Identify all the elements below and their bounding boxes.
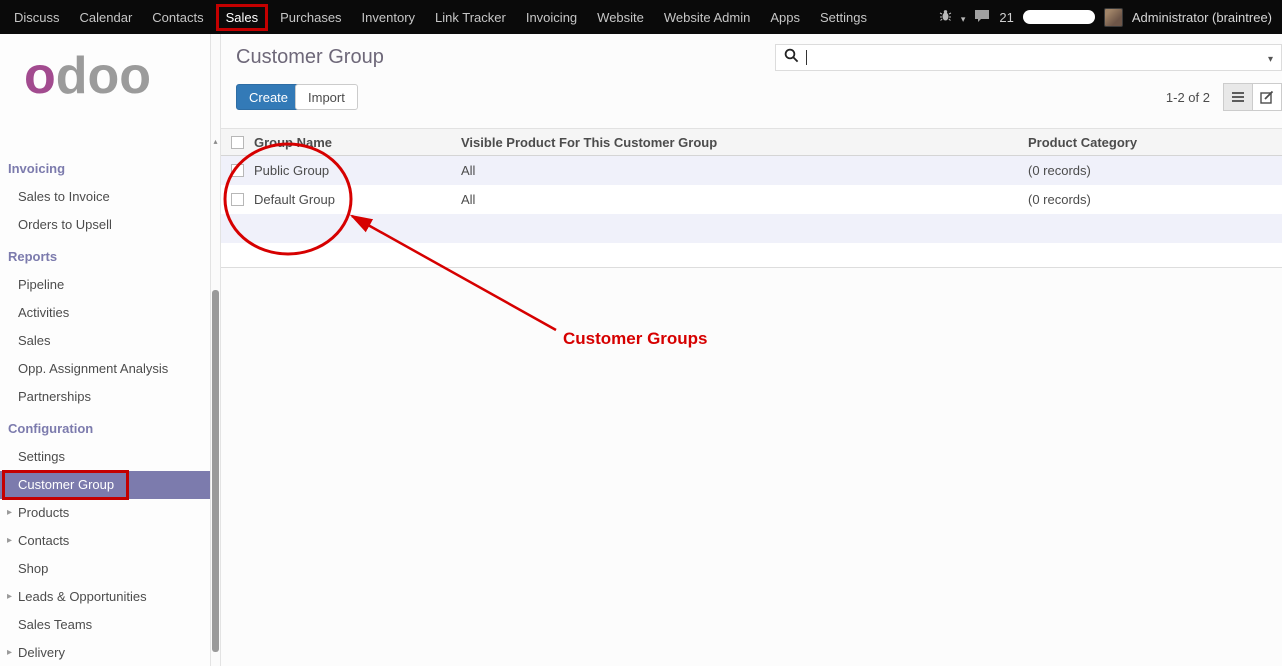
user-menu[interactable]: Administrator (braintree) — [1132, 10, 1272, 25]
sidebar-item-customer-group[interactable]: Customer Group — [0, 471, 210, 499]
logo-letter: o — [24, 47, 56, 105]
menu-settings[interactable]: Settings — [810, 0, 877, 34]
pager-range: 1-2 of 2 — [1166, 90, 1210, 105]
sidebar-item-sales[interactable]: Sales — [0, 327, 210, 355]
row-checkbox[interactable] — [231, 193, 244, 206]
scrollbar-thumb[interactable] — [212, 290, 219, 652]
menu-discuss[interactable]: Discuss — [4, 0, 70, 34]
cell-visible-product: All — [461, 192, 1028, 207]
search-icon — [784, 48, 799, 68]
sidebar-item-partnerships[interactable]: Partnerships — [0, 383, 210, 411]
list-view: Group Name Visible Product For This Cust… — [221, 128, 1282, 268]
row-checkbox[interactable] — [231, 164, 244, 177]
menu-purchases[interactable]: Purchases — [270, 0, 351, 34]
menu-website-admin[interactable]: Website Admin — [654, 0, 760, 34]
list-view-icon — [1231, 91, 1245, 103]
sidebar-item-sales-to-invoice[interactable]: Sales to Invoice — [0, 183, 210, 211]
messages-count[interactable]: 21 — [999, 10, 1013, 25]
sidebar-item-shop[interactable]: Shop — [0, 555, 210, 583]
control-panel: Customer Group Create Import 1-2 of 2 — [221, 34, 1282, 128]
column-header-group-name[interactable]: Group Name — [254, 135, 461, 150]
sidebar-item-settings[interactable]: Settings — [0, 443, 210, 471]
sidebar: odoo Invoicing Sales to Invoice Orders t… — [0, 34, 210, 666]
debug-dropdown-caret-icon[interactable] — [961, 10, 966, 25]
view-switcher — [1223, 83, 1282, 111]
sidebar-item-products[interactable]: Products — [0, 499, 210, 527]
status-pill — [1023, 10, 1095, 24]
sidebar-item-label: Customer Group — [18, 477, 114, 492]
table-header-row: Group Name Visible Product For This Cust… — [221, 128, 1282, 156]
select-all-checkbox[interactable] — [231, 136, 244, 149]
menu-invoicing[interactable]: Invoicing — [516, 0, 587, 34]
sidebar-item-sales-teams[interactable]: Sales Teams — [0, 611, 210, 639]
scroll-up-arrow-icon[interactable] — [211, 137, 220, 146]
systray: 21 Administrator (braintree) — [939, 8, 1282, 27]
page-title: Customer Group — [236, 46, 384, 69]
sidebar-item-opp-assignment-analysis[interactable]: Opp. Assignment Analysis — [0, 355, 210, 383]
menu-link-tracker[interactable]: Link Tracker — [425, 0, 516, 34]
sidebar-scrollbar[interactable] — [210, 34, 221, 666]
menu-sales[interactable]: Sales — [216, 4, 269, 31]
sidebar-item-delivery[interactable]: Delivery — [0, 639, 210, 666]
section-heading-configuration: Configuration — [0, 415, 210, 443]
menu-inventory[interactable]: Inventory — [352, 0, 425, 34]
messages-icon[interactable] — [974, 9, 990, 26]
column-header-product-category[interactable]: Product Category — [1028, 135, 1282, 150]
import-button[interactable]: Import — [295, 84, 358, 110]
table-row[interactable]: Default Group All (0 records) — [221, 185, 1282, 214]
menu-calendar[interactable]: Calendar — [70, 0, 143, 34]
list-view-button[interactable] — [1223, 83, 1253, 111]
sidebar-item-contacts[interactable]: Contacts — [0, 527, 210, 555]
form-edit-icon — [1260, 90, 1274, 104]
topbar-menu: Discuss Calendar Contacts Sales Purchase… — [0, 0, 877, 34]
cell-visible-product: All — [461, 163, 1028, 178]
main-content: Customer Group Create Import 1-2 of 2 — [221, 34, 1282, 666]
topbar: Discuss Calendar Contacts Sales Purchase… — [0, 0, 1282, 34]
table-row[interactable]: Public Group All (0 records) — [221, 156, 1282, 185]
cell-group-name: Public Group — [254, 163, 461, 178]
sidebar-item-leads-opportunities[interactable]: Leads & Opportunities — [0, 583, 210, 611]
column-header-visible-product[interactable]: Visible Product For This Customer Group — [461, 135, 1028, 150]
sidebar-item-activities[interactable]: Activities — [0, 299, 210, 327]
odoo-logo[interactable]: odoo — [0, 34, 210, 105]
create-button[interactable]: Create — [236, 84, 301, 110]
search-dropdown-caret-icon[interactable] — [1268, 49, 1273, 67]
logo-rest: doo — [56, 47, 151, 105]
cell-product-category: (0 records) — [1028, 192, 1282, 207]
user-avatar[interactable] — [1104, 8, 1123, 27]
debug-bug-icon[interactable] — [939, 9, 952, 25]
section-heading-invoicing: Invoicing — [0, 155, 210, 183]
menu-apps[interactable]: Apps — [760, 0, 810, 34]
sidebar-nav: Invoicing Sales to Invoice Orders to Ups… — [0, 151, 210, 666]
section-configuration: Configuration Settings Customer Group Pr… — [0, 415, 210, 666]
section-heading-reports: Reports — [0, 243, 210, 271]
empty-list-row — [221, 243, 1282, 268]
search-text-cursor — [806, 50, 807, 65]
cell-group-name: Default Group — [254, 192, 461, 207]
sidebar-item-pipeline[interactable]: Pipeline — [0, 271, 210, 299]
empty-list-stripe — [221, 214, 1282, 243]
cell-product-category: (0 records) — [1028, 163, 1282, 178]
form-view-button[interactable] — [1252, 83, 1282, 111]
odoo-app-window: Discuss Calendar Contacts Sales Purchase… — [0, 0, 1282, 666]
sidebar-item-orders-to-upsell[interactable]: Orders to Upsell — [0, 211, 210, 239]
search-bar[interactable] — [775, 44, 1282, 71]
menu-website[interactable]: Website — [587, 0, 654, 34]
menu-contacts[interactable]: Contacts — [142, 0, 213, 34]
section-invoicing: Invoicing Sales to Invoice Orders to Ups… — [0, 155, 210, 239]
section-reports: Reports Pipeline Activities Sales Opp. A… — [0, 243, 210, 411]
